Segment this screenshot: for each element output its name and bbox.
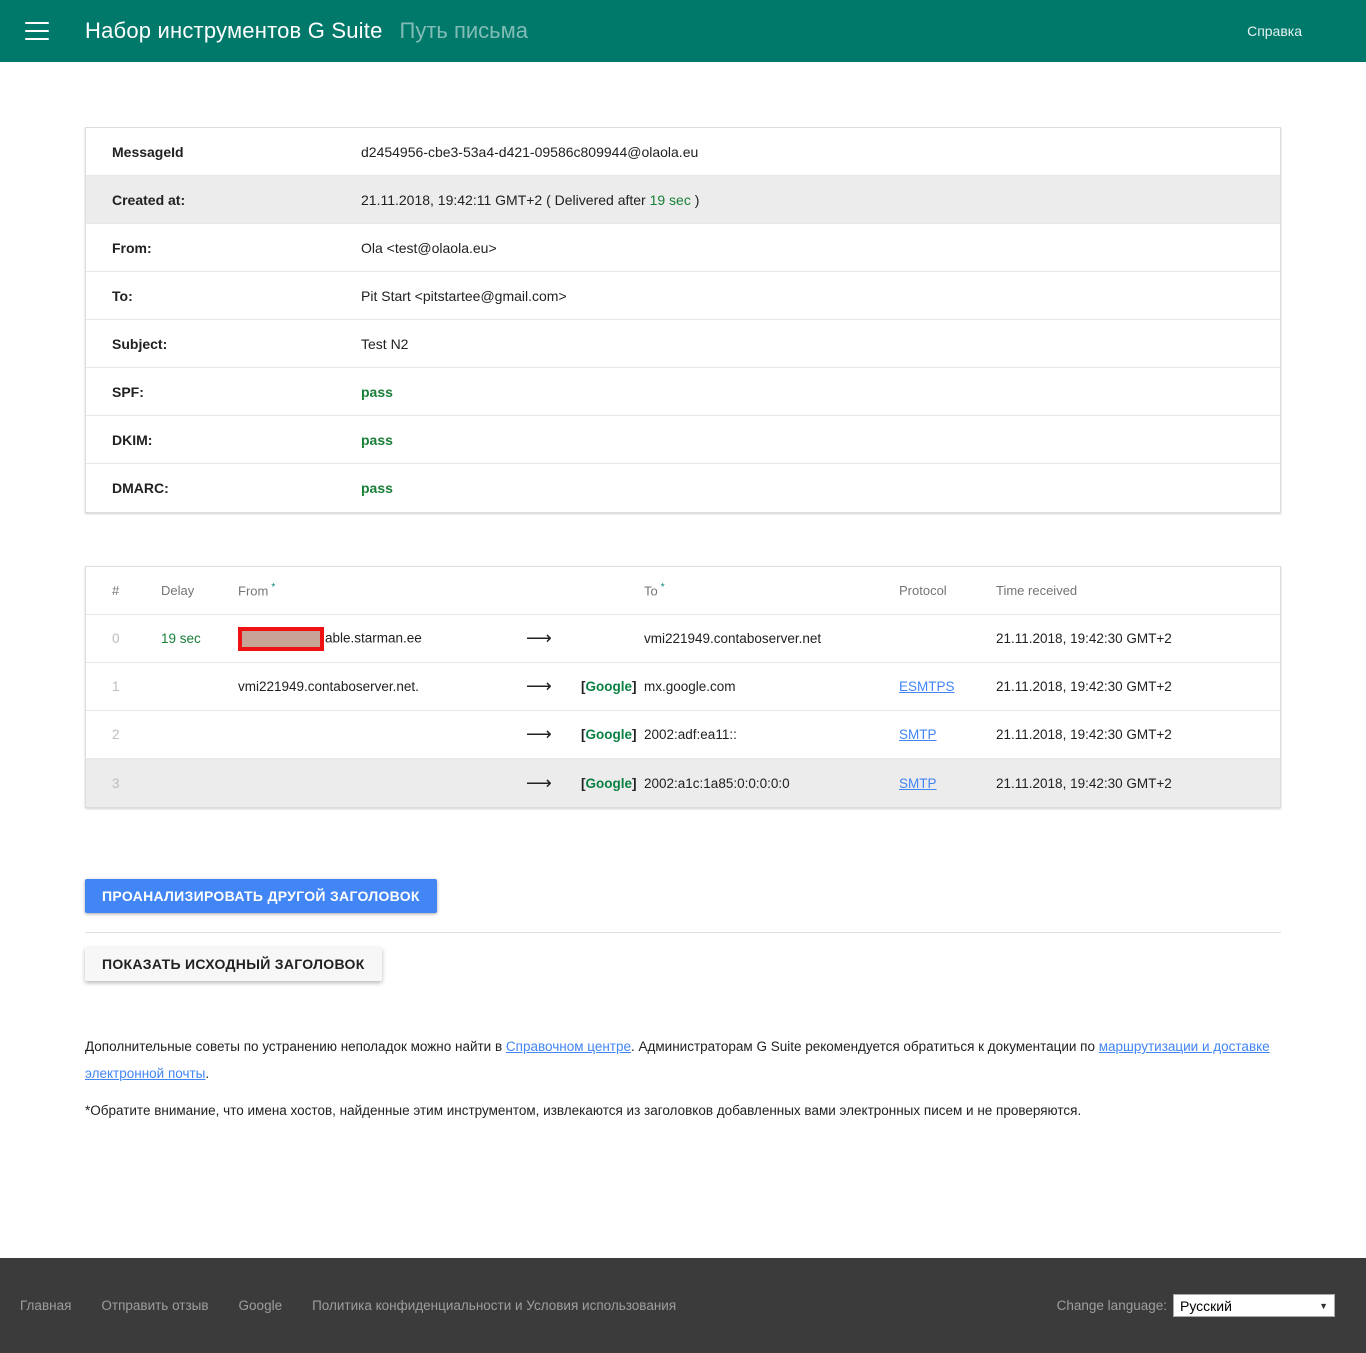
row-messageid: MessageId d2454956-cbe3-53a4-d421-09586c… (86, 128, 1280, 176)
hop-delay: 19 sec (161, 631, 238, 646)
footer-link-feedback[interactable]: Отправить отзыв (101, 1298, 208, 1313)
page-footer: Главная Отправить отзыв Google Политика … (0, 1258, 1366, 1353)
hops-table: # Delay From* To* Protocol Time received… (85, 566, 1281, 808)
row-label: MessageId (86, 144, 361, 160)
col-header-from: From* (238, 582, 526, 598)
google-tag: [Google] (581, 727, 644, 742)
row-spf: SPF: pass (86, 368, 1280, 416)
row-from: From: Ola <test@olaola.eu> (86, 224, 1280, 272)
hop-row-0: 0 19 sec able.starman.ee ⟶ vmi221949.con… (86, 615, 1280, 663)
spf-status: pass (361, 384, 1280, 400)
hop-row-2: 2 ⟶ [Google] 2002:adf:ea11:: SMTP 21.11.… (86, 711, 1280, 759)
row-label: DMARC: (86, 480, 361, 496)
row-subject: Subject: Test N2 (86, 320, 1280, 368)
hop-row-1: 1 vmi221949.contaboserver.net. ⟶ [Google… (86, 663, 1280, 711)
protocol-link[interactable]: SMTP (899, 776, 937, 791)
messageid-value: d2454956-cbe3-53a4-d421-09586c809944@ola… (361, 144, 1280, 160)
arrow-right-icon: ⟶ (526, 724, 581, 745)
row-dkim: DKIM: pass (86, 416, 1280, 464)
row-created-at: Created at: 21.11.2018, 19:42:11 GMT+2 (… (86, 176, 1280, 224)
message-summary-table: MessageId d2454956-cbe3-53a4-d421-09586c… (85, 127, 1281, 513)
main-content: MessageId d2454956-cbe3-53a4-d421-09586c… (85, 62, 1281, 1118)
hops-table-header: # Delay From* To* Protocol Time received (86, 567, 1280, 615)
google-tag: [Google] (581, 679, 644, 694)
hop-from: vmi221949.contaboserver.net. (238, 679, 526, 694)
hop-time: 21.11.2018, 19:42:30 GMT+2 (996, 679, 1280, 694)
protocol-link[interactable]: ESMTPS (899, 679, 955, 694)
dmarc-status: pass (361, 480, 1280, 496)
hop-time: 21.11.2018, 19:42:30 GMT+2 (996, 727, 1280, 742)
app-bar: Набор инструментов G Suite Путь письма С… (0, 0, 1366, 62)
hop-protocol: ESMTPS (899, 679, 996, 694)
col-header-protocol: Protocol (899, 583, 996, 598)
row-dmarc: DMARC: pass (86, 464, 1280, 512)
row-label: Subject: (86, 336, 361, 352)
subject-value: Test N2 (361, 336, 1280, 352)
language-select[interactable]: Русский ▼ (1173, 1294, 1335, 1317)
asterisk-note: * (271, 582, 275, 593)
col-header-to: To* (644, 582, 899, 598)
hop-to: mx.google.com (644, 679, 899, 694)
hop-index: 2 (112, 727, 161, 742)
chevron-down-icon: ▼ (1319, 1301, 1328, 1311)
google-tag: [Google] (581, 776, 644, 791)
row-label: SPF: (86, 384, 361, 400)
dkim-status: pass (361, 432, 1280, 448)
col-header-time: Time received (996, 583, 1280, 598)
app-title: Набор инструментов G Suite (85, 18, 383, 44)
row-label: Created at: (86, 192, 361, 208)
hop-to: vmi221949.contaboserver.net (644, 631, 899, 646)
delivered-after-value: 19 sec (650, 192, 691, 208)
row-label: To: (86, 288, 361, 304)
hop-from: able.starman.ee (238, 627, 526, 651)
hop-index: 3 (112, 776, 161, 791)
from-value: Ola <test@olaola.eu> (361, 240, 1280, 256)
hamburger-menu-icon[interactable] (25, 22, 49, 40)
created-at-value: 21.11.2018, 19:42:11 GMT+2 ( Delivered a… (361, 192, 1280, 208)
row-label: DKIM: (86, 432, 361, 448)
hop-time: 21.11.2018, 19:42:30 GMT+2 (996, 631, 1280, 646)
footer-link-home[interactable]: Главная (20, 1298, 71, 1313)
asterisk-note: * (661, 582, 665, 593)
page-title: Путь письма (400, 18, 529, 44)
redacted-ip-box (238, 627, 324, 651)
hop-row-3: 3 ⟶ [Google] 2002:a1c:1a85:0:0:0:0:0 SMT… (86, 759, 1280, 807)
hop-to: 2002:adf:ea11:: (644, 727, 899, 742)
hop-index: 0 (112, 631, 161, 646)
analyze-another-header-button[interactable]: ПРОАНАЛИЗИРОВАТЬ ДРУГОЙ ЗАГОЛОВОК (85, 879, 437, 913)
to-value: Pit Start <pitstartee@gmail.com> (361, 288, 1280, 304)
hop-time: 21.11.2018, 19:42:30 GMT+2 (996, 776, 1280, 791)
troubleshooting-note: Дополнительные советы по устранению непо… (85, 1033, 1281, 1087)
col-header-delay: Delay (161, 583, 238, 598)
hop-index: 1 (112, 679, 161, 694)
arrow-right-icon: ⟶ (526, 628, 581, 649)
row-label: From: (86, 240, 361, 256)
footer-link-privacy-terms[interactable]: Политика конфиденциальности и Условия ис… (312, 1298, 676, 1313)
row-to: To: Pit Start <pitstartee@gmail.com> (86, 272, 1280, 320)
protocol-link[interactable]: SMTP (899, 727, 937, 742)
change-language-label: Change language: (1057, 1298, 1167, 1313)
language-select-value: Русский (1180, 1298, 1319, 1314)
arrow-right-icon: ⟶ (526, 773, 581, 794)
hop-protocol: SMTP (899, 776, 996, 791)
hostnames-disclaimer: *Обратите внимание, что имена хостов, на… (85, 1103, 1281, 1118)
help-link[interactable]: Справка (1247, 23, 1302, 39)
col-header-num: # (112, 583, 161, 598)
hop-to: 2002:a1c:1a85:0:0:0:0:0 (644, 776, 899, 791)
footer-link-google[interactable]: Google (239, 1298, 283, 1313)
hop-protocol: SMTP (899, 727, 996, 742)
show-original-header-button[interactable]: ПОКАЗАТЬ ИСХОДНЫЙ ЗАГОЛОВОК (85, 947, 382, 981)
help-center-link[interactable]: Справочном центре (506, 1039, 631, 1054)
section-divider (85, 932, 1281, 933)
arrow-right-icon: ⟶ (526, 676, 581, 697)
